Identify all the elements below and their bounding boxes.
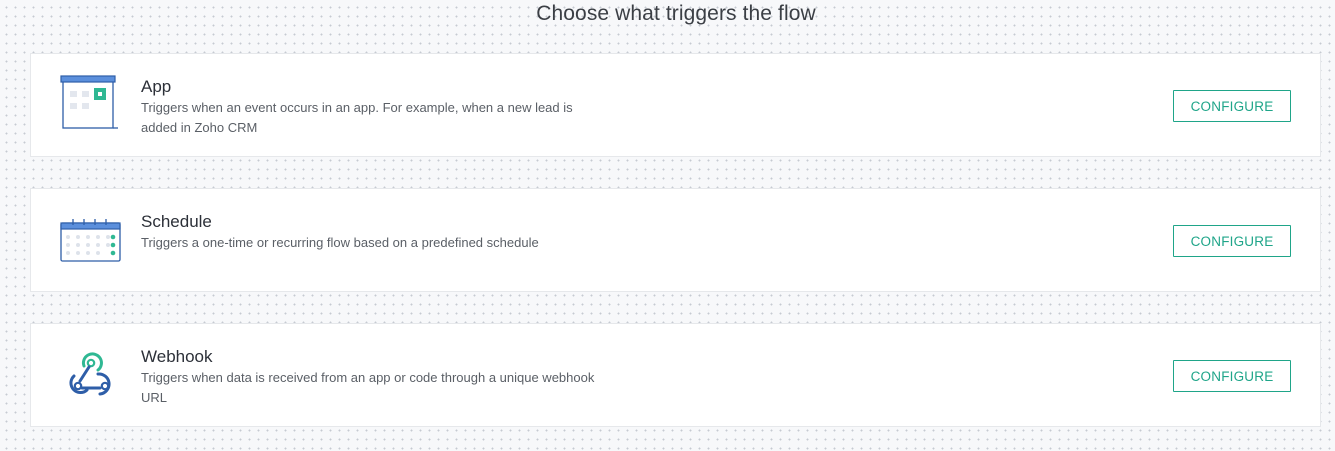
app-window-icon (60, 74, 124, 134)
configure-schedule-button[interactable]: CONFIGURE (1173, 225, 1291, 257)
configure-app-button[interactable]: CONFIGURE (1173, 90, 1291, 122)
page-title: Choose what triggers the flow (536, 2, 816, 25)
webhook-icon (60, 344, 124, 404)
trigger-description: Triggers when an event occurs in an app.… (141, 100, 573, 135)
calendar-schedule-icon (60, 209, 124, 269)
trigger-card-schedule[interactable]: Schedule Triggers a one-time or recurrin… (30, 188, 1321, 292)
trigger-description: Triggers a one-time or recurring flow ba… (141, 235, 539, 250)
trigger-card-app[interactable]: App Triggers when an event occurs in an … (30, 53, 1321, 157)
trigger-title: Webhook (141, 347, 213, 366)
configure-webhook-button[interactable]: CONFIGURE (1173, 360, 1291, 392)
trigger-title: App (141, 77, 172, 96)
trigger-title: Schedule (141, 212, 212, 231)
trigger-card-webhook[interactable]: Webhook Triggers when data is received f… (30, 323, 1321, 427)
trigger-description: Triggers when data is received from an a… (141, 370, 595, 405)
